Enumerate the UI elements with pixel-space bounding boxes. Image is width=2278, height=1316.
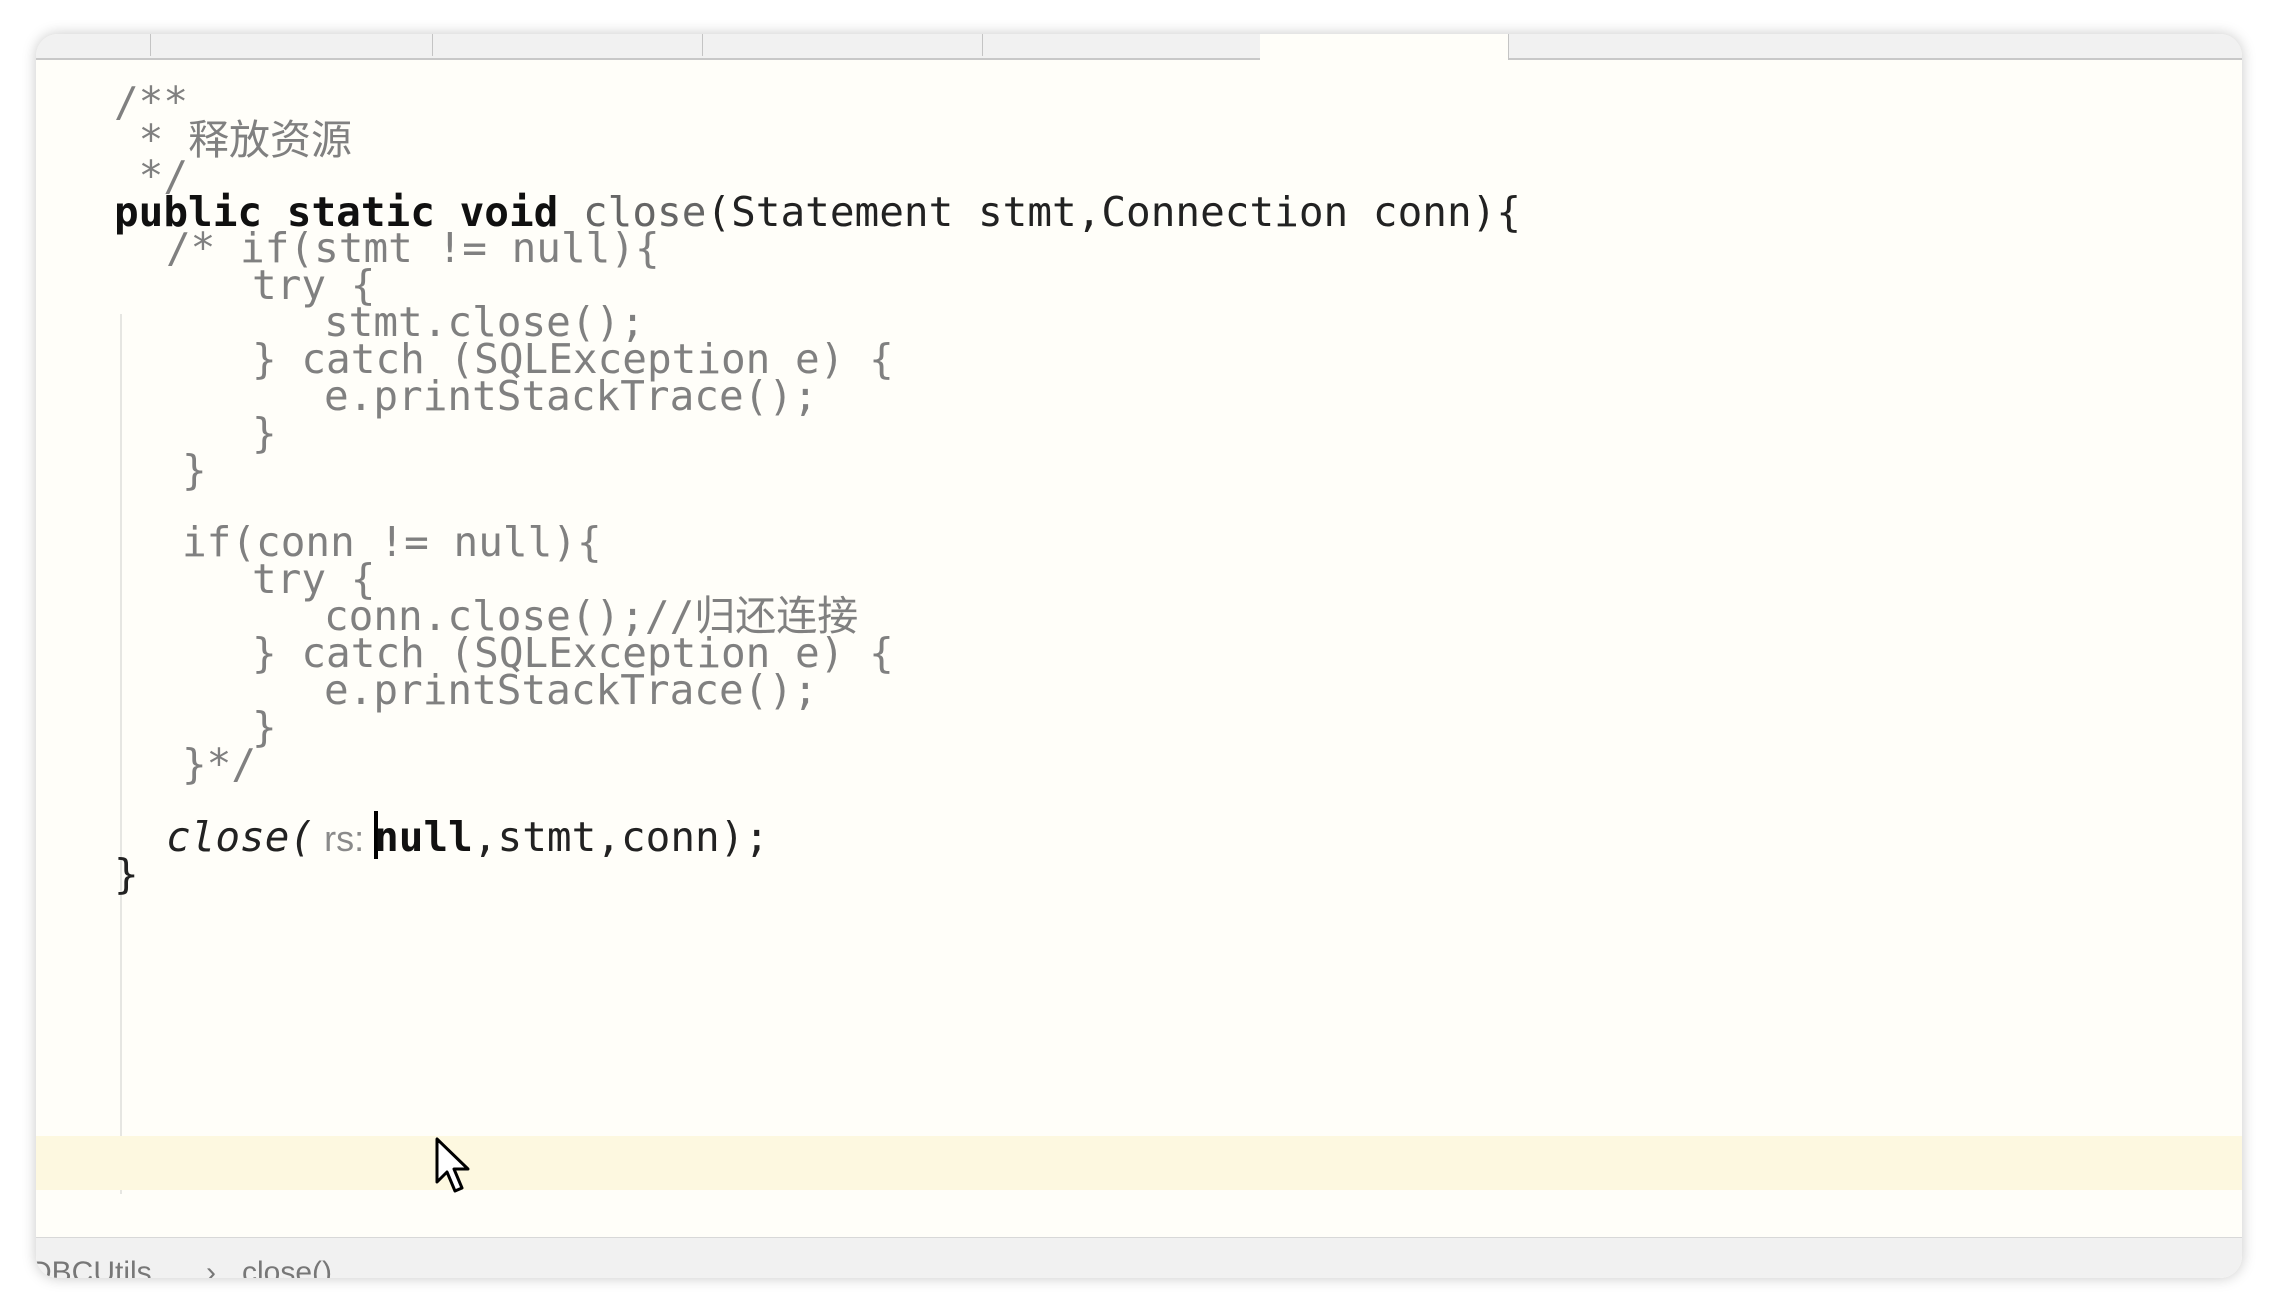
editor-tab[interactable] bbox=[150, 34, 433, 56]
editor-tab[interactable] bbox=[36, 34, 151, 56]
breadcrumb-method[interactable]: close() bbox=[242, 1238, 332, 1278]
code-line: } bbox=[182, 446, 207, 494]
indent-guide bbox=[120, 314, 122, 1194]
breadcrumb: DBCUtils › close() bbox=[36, 1237, 2242, 1278]
breadcrumb-separator: › bbox=[206, 1256, 216, 1278]
editor-tab[interactable] bbox=[982, 34, 1261, 56]
parameter-hint: rs: bbox=[314, 818, 375, 859]
comment-text: 释放资源 bbox=[188, 116, 353, 164]
current-line-highlight bbox=[36, 1136, 2242, 1190]
ide-window: /** * 释放资源 */ public static void close(S… bbox=[36, 34, 2242, 1278]
method-call: close( bbox=[166, 813, 315, 861]
arguments: ,stmt,conn); bbox=[472, 813, 770, 861]
editor-tab[interactable] bbox=[702, 34, 983, 56]
breadcrumb-class[interactable]: DBCUtils bbox=[36, 1238, 152, 1278]
code-line: } bbox=[114, 850, 139, 898]
code-line: } bbox=[252, 409, 277, 457]
code-editor[interactable]: /** * 释放资源 */ public static void close(S… bbox=[36, 60, 2242, 1278]
code-line: if(conn != null){ bbox=[182, 518, 602, 566]
editor-tab-active[interactable] bbox=[1260, 34, 1509, 60]
code-line: }*/ bbox=[182, 740, 257, 788]
current-code-line: close( rs: null,stmt,conn); bbox=[166, 811, 769, 863]
code-line: e.printStackTrace(); bbox=[324, 372, 818, 420]
mouse-pointer-icon bbox=[435, 1137, 470, 1193]
code-line: /* if(stmt != null){ bbox=[166, 224, 660, 272]
code-line: e.printStackTrace(); bbox=[324, 666, 818, 714]
parameter-list: (Statement stmt,Connection conn){ bbox=[706, 188, 1521, 236]
null-literal: null bbox=[374, 813, 473, 861]
editor-tab-bar bbox=[36, 34, 2242, 60]
editor-tab[interactable] bbox=[432, 34, 703, 56]
